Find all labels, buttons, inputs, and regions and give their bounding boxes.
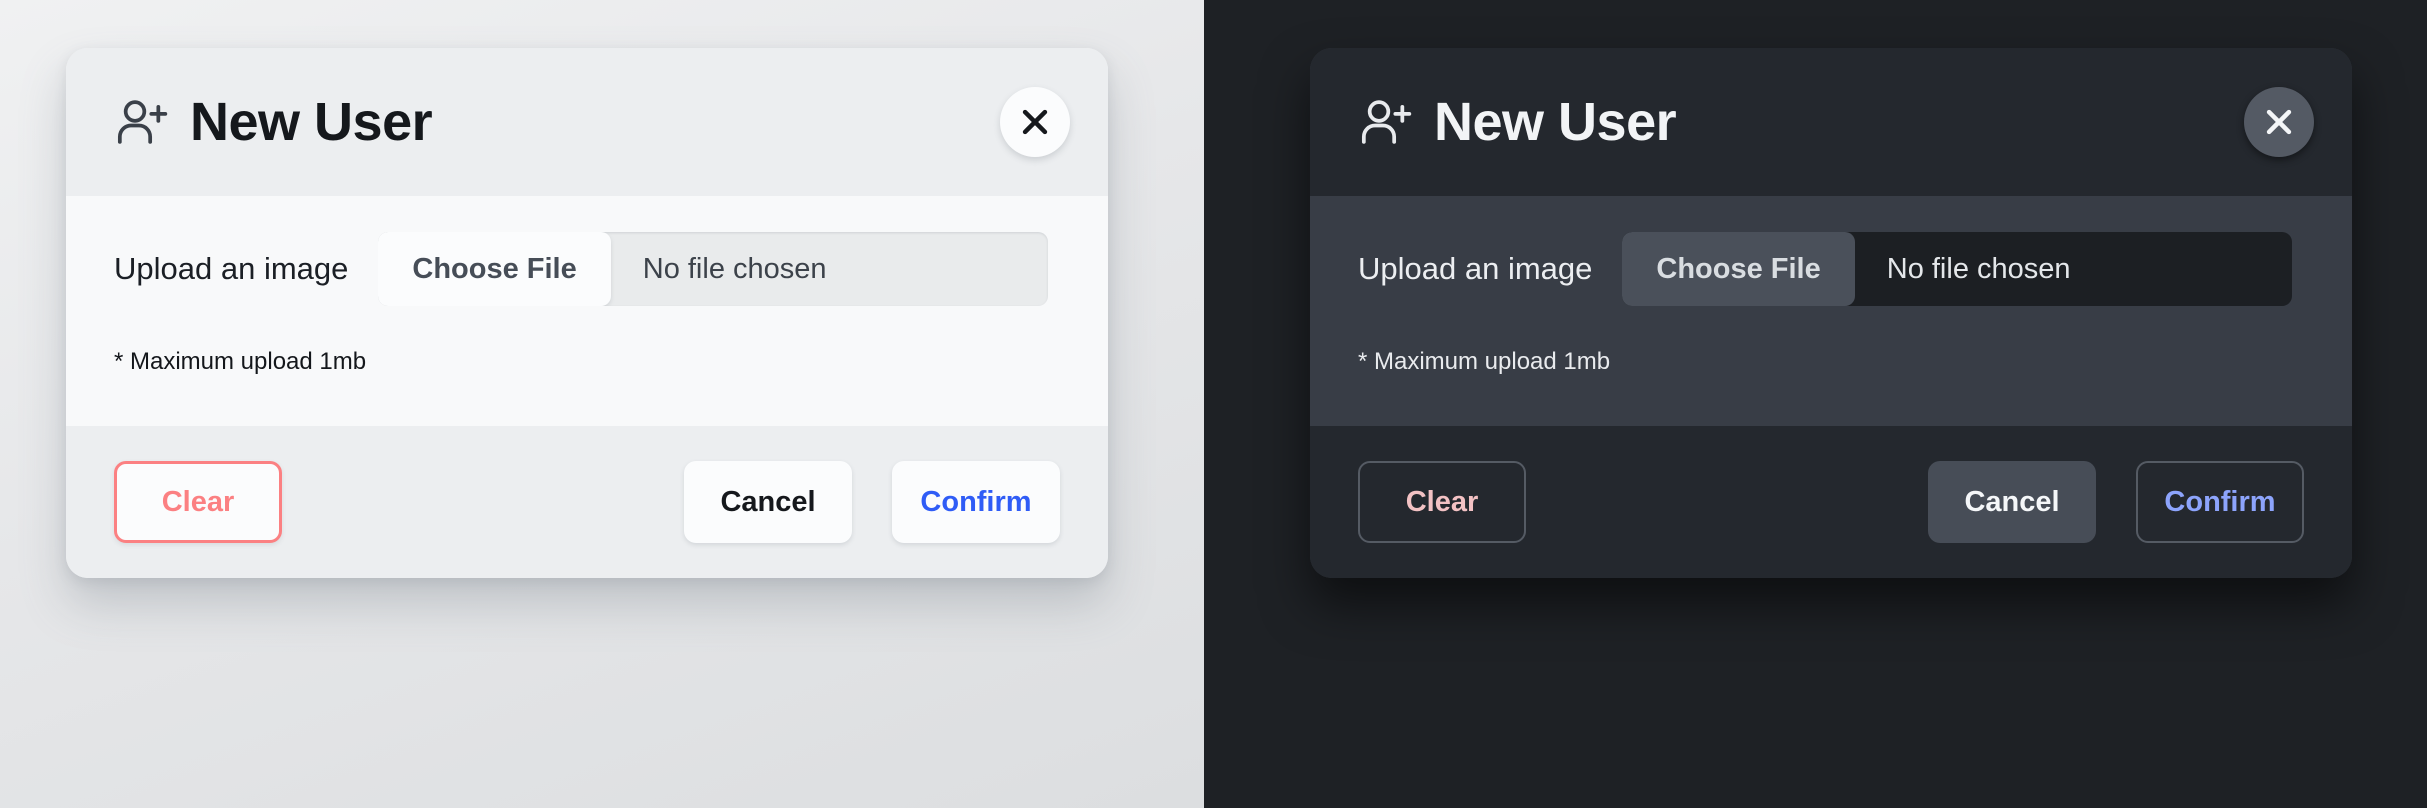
upload-row: Upload an image Choose File No file chos… bbox=[1358, 232, 2304, 306]
screenshot-stage: New User Upload an image Choose File No … bbox=[0, 0, 2427, 808]
dark-theme-panel: New User Upload an image Choose File No … bbox=[1204, 0, 2427, 808]
new-user-dialog-light: New User Upload an image Choose File No … bbox=[66, 48, 1108, 578]
confirm-button[interactable]: Confirm bbox=[2136, 461, 2304, 543]
cancel-button[interactable]: Cancel bbox=[1928, 461, 2096, 543]
dialog-header: New User bbox=[1310, 48, 2352, 196]
file-input[interactable]: Choose File No file chosen bbox=[1622, 232, 2293, 306]
confirm-button[interactable]: Confirm bbox=[892, 461, 1060, 543]
close-button[interactable] bbox=[1000, 87, 1070, 157]
upload-row: Upload an image Choose File No file chos… bbox=[114, 232, 1060, 306]
dialog-body: Upload an image Choose File No file chos… bbox=[66, 196, 1108, 426]
upload-label: Upload an image bbox=[1358, 251, 1593, 286]
choose-file-button[interactable]: Choose File bbox=[1622, 232, 1855, 306]
clear-button[interactable]: Clear bbox=[1358, 461, 1526, 543]
dialog-footer: Clear Cancel Confirm bbox=[66, 426, 1108, 578]
dialog-title-group: New User bbox=[114, 91, 1000, 153]
dialog-title-group: New User bbox=[1358, 91, 2244, 153]
file-status-text: No file chosen bbox=[1886, 252, 2071, 285]
close-icon bbox=[2266, 109, 2292, 135]
upload-label: Upload an image bbox=[114, 251, 349, 286]
close-icon bbox=[1022, 109, 1048, 135]
page-title: New User bbox=[190, 92, 433, 152]
close-button[interactable] bbox=[2244, 87, 2314, 157]
dialog-footer: Clear Cancel Confirm bbox=[1310, 426, 2352, 578]
page-title: New User bbox=[1434, 92, 1677, 152]
light-theme-panel: New User Upload an image Choose File No … bbox=[0, 0, 1204, 808]
file-status-text: No file chosen bbox=[642, 252, 827, 285]
user-plus-icon bbox=[117, 100, 168, 144]
file-input[interactable]: Choose File No file chosen bbox=[378, 232, 1049, 306]
upload-hint: * Maximum upload 1mb bbox=[1358, 348, 1611, 375]
clear-button[interactable]: Clear bbox=[114, 461, 282, 543]
upload-hint: * Maximum upload 1mb bbox=[114, 348, 367, 375]
dialog-body: Upload an image Choose File No file chos… bbox=[1310, 196, 2352, 426]
cancel-button[interactable]: Cancel bbox=[684, 461, 852, 543]
dialog-header: New User bbox=[66, 48, 1108, 196]
new-user-dialog-dark: New User Upload an image Choose File No … bbox=[1310, 48, 2352, 578]
user-plus-icon bbox=[1361, 100, 1412, 144]
choose-file-button[interactable]: Choose File bbox=[378, 232, 611, 306]
